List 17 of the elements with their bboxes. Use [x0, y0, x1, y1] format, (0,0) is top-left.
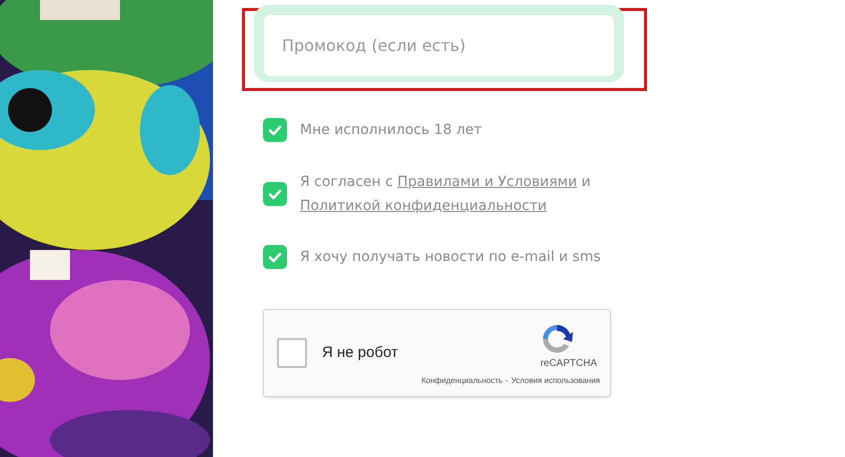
checkbox[interactable] — [263, 118, 287, 142]
separator: - — [506, 375, 508, 387]
captcha-brand: reCAPTCHA — [540, 357, 597, 371]
captcha-checkbox[interactable] — [277, 338, 307, 368]
checkbox-label: Я хочу получать новости по e-mail и sms — [300, 248, 601, 267]
checkbox-label: Я согласен с Правилами и Условиями и Политикой конфиденциальности — [300, 173, 592, 216]
captcha-logo-icon — [540, 322, 574, 356]
terms-of-use-link[interactable]: Условия использования — [511, 375, 600, 387]
privacy-link[interactable]: Конфиденциальность — [421, 375, 503, 387]
checkbox[interactable] — [263, 245, 287, 269]
promo-code-field[interactable]: Промокод (если есть) — [264, 15, 614, 76]
checkbox-label: Мне исполнилось 18 лет — [300, 121, 482, 140]
check-icon — [268, 124, 282, 136]
captcha-label: Я не робот — [322, 342, 398, 363]
check-icon — [268, 188, 282, 200]
checkbox[interactable] — [263, 182, 287, 206]
check-icon — [268, 252, 282, 262]
